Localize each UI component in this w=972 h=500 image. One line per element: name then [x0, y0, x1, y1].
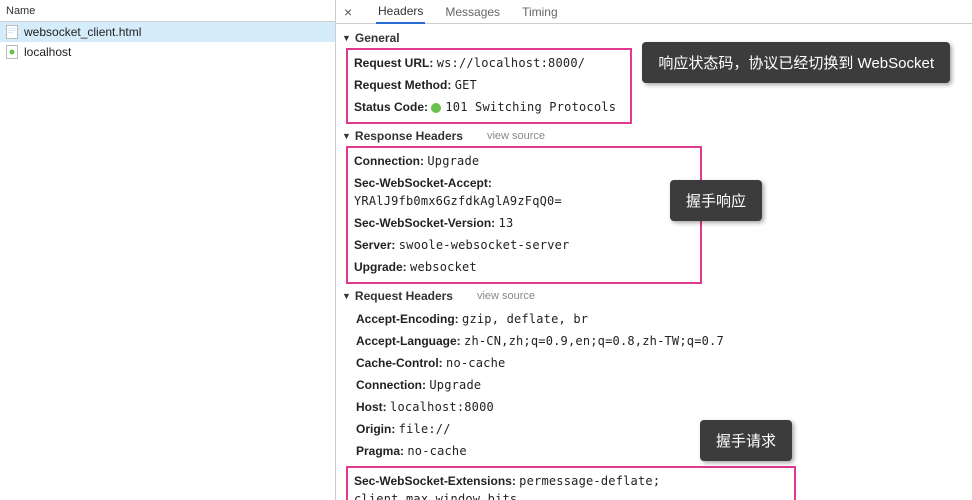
- list-header-name: Name: [0, 0, 335, 22]
- headers-panel: ▼ General Request URL: ws://localhost:80…: [336, 24, 972, 500]
- header-value: YRAlJ9fb0mx6GzfdkAglA9zFqQ0=: [354, 194, 562, 208]
- tab-messages[interactable]: Messages: [443, 1, 502, 23]
- header-row: Server: swoole-websocket-server: [348, 234, 694, 256]
- header-row: Origin: file://: [350, 418, 972, 440]
- section-request-headers[interactable]: ▼ Request Headers view source: [336, 286, 972, 306]
- header-row: Sec-WebSocket-Version: 13: [348, 212, 694, 234]
- annotation-request: 握手请求: [700, 420, 792, 461]
- header-value: gzip, deflate, br: [462, 312, 588, 326]
- network-request-list: Name websocket_client.html localhost: [0, 0, 336, 500]
- header-value: swoole-websocket-server: [399, 238, 570, 252]
- disclosure-icon: ▼: [342, 131, 351, 141]
- header-value: localhost:8000: [390, 400, 494, 414]
- header-row: Pragma: no-cache: [350, 440, 972, 462]
- header-key: Host:: [356, 400, 387, 414]
- tab-headers[interactable]: Headers: [376, 0, 425, 24]
- disclosure-icon: ▼: [342, 33, 351, 43]
- header-key: Request URL:: [354, 56, 433, 70]
- header-key: Accept-Encoding:: [356, 312, 459, 326]
- header-value: 101 Switching Protocols: [445, 100, 616, 114]
- header-key: Origin:: [356, 422, 395, 436]
- header-row: Connection: Upgrade: [350, 374, 972, 396]
- header-key: Upgrade:: [354, 260, 407, 274]
- header-value: no-cache: [446, 356, 505, 370]
- annotation-status: 响应状态码，协议已经切换到 WebSocket: [642, 42, 950, 83]
- header-row: Request URL: ws://localhost:8000/: [348, 52, 624, 74]
- header-value: file://: [399, 422, 451, 436]
- header-row: Sec-WebSocket-Accept: YRAlJ9fb0mx6GzfdkA…: [348, 172, 694, 212]
- request-row[interactable]: localhost: [0, 42, 335, 62]
- websocket-icon: [6, 45, 18, 59]
- request-headers-list: Accept-Encoding: gzip, deflate, brAccept…: [336, 306, 972, 466]
- header-row: Upgrade: websocket: [348, 256, 694, 278]
- header-row: Accept-Encoding: gzip, deflate, br: [350, 308, 972, 330]
- header-key: Sec-WebSocket-Accept:: [354, 176, 492, 190]
- disclosure-icon: ▼: [342, 291, 351, 301]
- view-source-link[interactable]: view source: [487, 130, 545, 142]
- status-dot-icon: [431, 103, 441, 113]
- header-key: Status Code:: [354, 100, 428, 114]
- detail-panel: × Headers Messages Timing ▼ General Reques…: [336, 0, 972, 500]
- request-outline: Sec-WebSocket-Extensions: permessage-def…: [346, 466, 796, 500]
- header-row: Cache-Control: no-cache: [350, 352, 972, 374]
- header-key: Connection:: [356, 378, 426, 392]
- header-value: GET: [455, 78, 477, 92]
- request-label: websocket_client.html: [24, 25, 141, 39]
- header-value: Upgrade: [427, 154, 479, 168]
- header-row: Sec-WebSocket-Extensions: permessage-def…: [348, 470, 788, 500]
- request-label: localhost: [24, 45, 71, 59]
- header-row: Status Code: 101 Switching Protocols: [348, 96, 624, 118]
- header-key: Server:: [354, 238, 395, 252]
- header-value: ws://localhost:8000/: [437, 56, 586, 70]
- section-title: Response Headers: [355, 129, 463, 143]
- header-key: Accept-Language:: [356, 334, 461, 348]
- header-row: Accept-Language: zh-CN,zh;q=0.9,en;q=0.8…: [350, 330, 972, 352]
- header-key: Request Method:: [354, 78, 451, 92]
- header-key: Cache-Control:: [356, 356, 443, 370]
- header-row: Host: localhost:8000: [350, 396, 972, 418]
- detail-tabs: × Headers Messages Timing: [336, 0, 972, 24]
- header-row: Request Method: GET: [348, 74, 624, 96]
- section-response-headers[interactable]: ▼ Response Headers view source: [336, 126, 972, 146]
- header-key: Connection:: [354, 154, 424, 168]
- header-key: Sec-WebSocket-Extensions:: [354, 474, 516, 488]
- close-icon[interactable]: ×: [344, 4, 358, 20]
- header-value: Upgrade: [429, 378, 481, 392]
- tab-timing[interactable]: Timing: [520, 1, 560, 23]
- general-outline: Request URL: ws://localhost:8000/Request…: [346, 48, 632, 124]
- header-value: 13: [499, 216, 514, 230]
- response-outline: Connection: UpgradeSec-WebSocket-Accept:…: [346, 146, 702, 284]
- section-title: General: [355, 31, 400, 45]
- header-value: no-cache: [407, 444, 466, 458]
- header-row: Connection: Upgrade: [348, 150, 694, 172]
- request-row[interactable]: websocket_client.html: [0, 22, 335, 42]
- annotation-response: 握手响应: [670, 180, 762, 221]
- header-key: Pragma:: [356, 444, 404, 458]
- file-icon: [6, 25, 18, 39]
- view-source-link[interactable]: view source: [477, 290, 535, 302]
- header-key: Sec-WebSocket-Version:: [354, 216, 495, 230]
- section-title: Request Headers: [355, 289, 453, 303]
- header-value: zh-CN,zh;q=0.9,en;q=0.8,zh-TW;q=0.7: [464, 334, 724, 348]
- header-value: websocket: [410, 260, 477, 274]
